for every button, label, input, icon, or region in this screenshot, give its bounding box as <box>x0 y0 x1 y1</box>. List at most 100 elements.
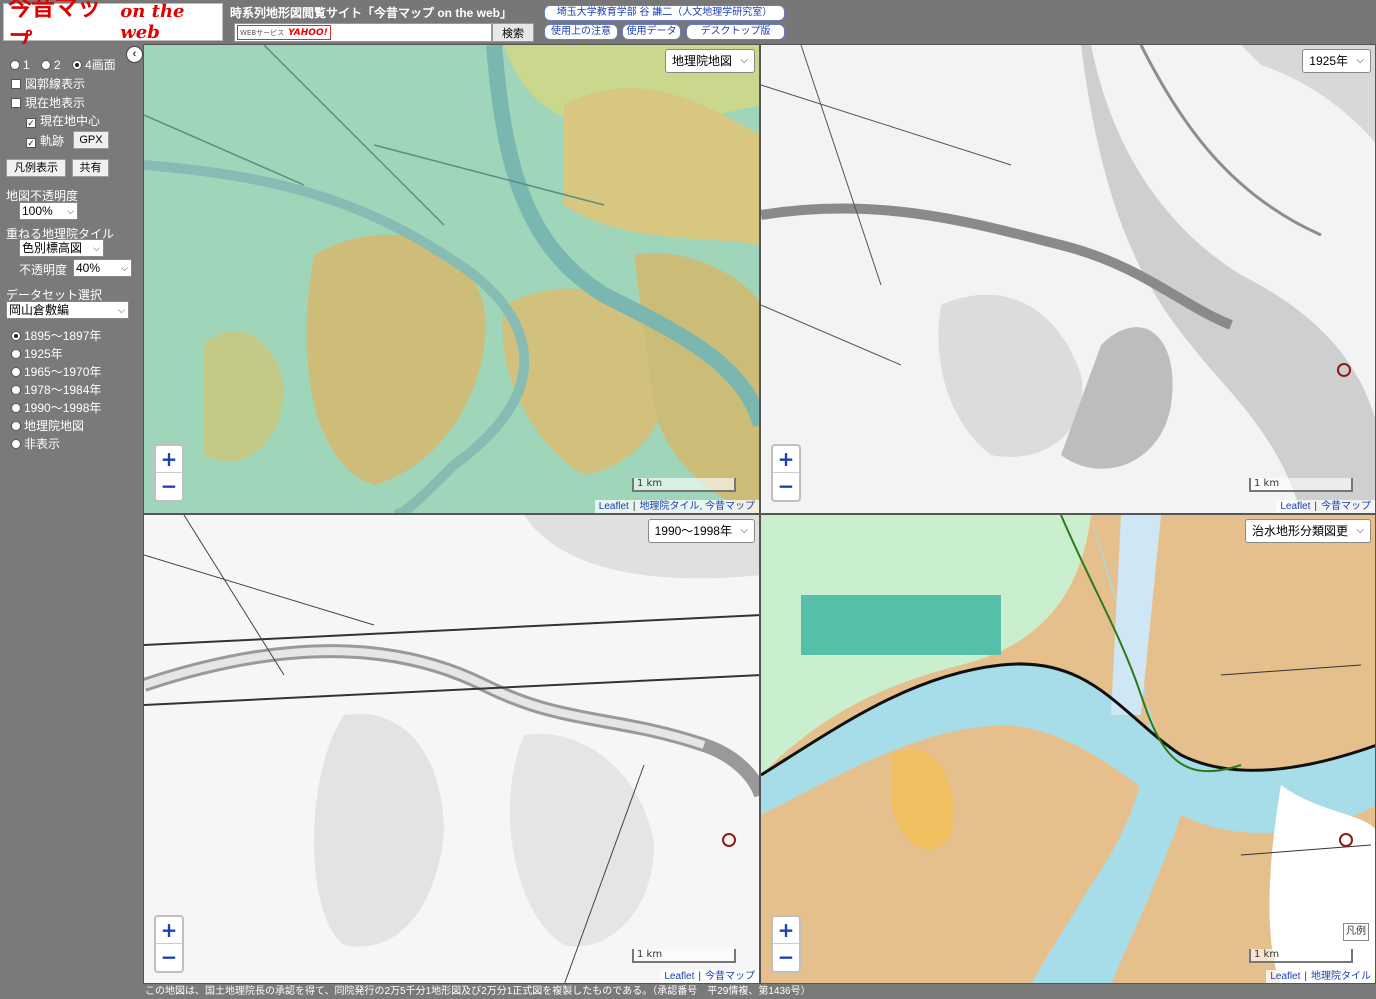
chevron-down-icon: ⌵ <box>740 55 748 66</box>
radio-icon <box>11 439 21 449</box>
zoom-control: + − <box>771 444 801 502</box>
search-box: WEBサービス YAHOO! <box>234 23 492 42</box>
grid-lines-checkbox[interactable]: 図郭線表示 <box>11 75 85 92</box>
zoom-control: + − <box>154 915 184 973</box>
center-current-checkbox[interactable]: ✓ 現在地中心 <box>26 112 100 129</box>
legend-display-button[interactable]: 凡例表示 <box>6 159 66 177</box>
chevron-down-icon: ⌵ <box>1356 55 1364 66</box>
badge-web-text: WEBサービス <box>238 27 287 38</box>
screen-option-4[interactable]: 4画面 <box>72 58 116 72</box>
leaflet-link[interactable]: Leaflet <box>599 501 629 512</box>
yahoo-web-service-badge[interactable]: WEBサービス YAHOO! <box>237 25 331 40</box>
era-option[interactable]: 地理院地図 <box>11 417 84 434</box>
era-option[interactable]: 1965～1970年 <box>11 363 101 380</box>
radio-icon <box>11 349 21 359</box>
chevron-down-icon: ⌵ <box>67 206 74 216</box>
zoom-out-button[interactable]: − <box>773 944 799 971</box>
leaflet-link[interactable]: Leaflet <box>664 971 694 982</box>
map-attribution: Leaflet | 今昔マップ <box>660 970 759 983</box>
checkmark-icon: ✓ <box>26 118 36 128</box>
konjaku-link[interactable]: 今昔マップ <box>1321 501 1371 512</box>
map-pane-top-right[interactable]: 1925年 ⌵ + − 1 km Leaflet | 今昔マップ <box>760 44 1376 514</box>
zoom-in-button[interactable]: + <box>156 917 182 944</box>
map-pane-bottom-left[interactable]: 1990～1998年 ⌵ + − 1 km Leaflet | 今昔マップ <box>143 514 760 984</box>
map-source-select[interactable]: 1990～1998年 ⌵ <box>647 519 755 543</box>
header: 今昔マップ on the web 時系列地形図閲覧サイト「今昔マップ on th… <box>0 0 1376 56</box>
scale-bar: 1 km <box>632 478 736 492</box>
radio-icon <box>10 60 20 70</box>
chevron-down-icon: ⌵ <box>740 525 748 536</box>
scale-bar: 1 km <box>632 949 736 963</box>
map-source-select[interactable]: 治水地形分類図更 ⌵ <box>1244 519 1371 543</box>
map-tiles <box>144 45 759 513</box>
search-input[interactable] <box>333 25 491 40</box>
gsi-tile-link[interactable]: 地理院タイル <box>1311 971 1371 982</box>
radio-selected-icon <box>11 331 21 341</box>
leaflet-link[interactable]: Leaflet <box>1280 501 1310 512</box>
search-button[interactable]: 検索 <box>492 23 534 42</box>
sidebar: ‹ 1 2 4画面 図郭線表示 現在地表示 ✓ 現在地中心 ✓ 軌跡 GPX 凡例表… <box>0 44 143 999</box>
badge-yahoo-text: YAHOO! <box>286 27 330 38</box>
era-option[interactable]: 1978～1984年 <box>11 381 101 398</box>
location-marker[interactable] <box>722 833 736 847</box>
track-checkbox[interactable]: ✓ 軌跡 <box>26 132 64 149</box>
chevron-down-icon: ⌵ <box>118 305 125 315</box>
desktop-version-button[interactable]: デスクトップ版 <box>686 24 785 40</box>
screen-option-2[interactable]: 2 <box>41 58 61 72</box>
chevron-down-icon: ⌵ <box>121 263 128 273</box>
chevron-down-icon: ⌵ <box>93 243 100 253</box>
dataset-select[interactable]: 岡山倉敷編 ⌵ <box>6 301 129 319</box>
chevron-down-icon: ⌵ <box>1356 525 1364 536</box>
map-source-select[interactable]: 1925年 ⌵ <box>1302 49 1371 73</box>
radio-icon <box>11 403 21 413</box>
copyright-note: この地図は、国土地理院長の承認を得て、同院発行の2万5千分1地形図及び2万分1正… <box>145 986 811 997</box>
collapse-sidebar-icon[interactable]: ‹ <box>126 46 143 63</box>
konjaku-link[interactable]: 今昔マップ <box>705 501 755 512</box>
screen-count-options: 1 2 4画面 <box>10 56 116 73</box>
site-logo[interactable]: 今昔マップ on the web <box>3 0 223 56</box>
era-option[interactable]: 1895～1897年 <box>11 327 101 344</box>
map-attribution: Leaflet | 地理院タイル, 今昔マップ <box>594 500 759 513</box>
data-used-button[interactable]: 使用データ <box>622 24 681 40</box>
era-option[interactable]: 非表示 <box>11 435 60 452</box>
map-tiles <box>761 515 1375 983</box>
checkbox-icon <box>11 98 21 108</box>
era-option[interactable]: 1925年 <box>11 345 63 362</box>
zoom-in-button[interactable]: + <box>156 446 182 473</box>
map-pane-bottom-right[interactable]: 治水地形分類図更 ⌵ 凡例 + − 1 km Leaflet | 地理院タイル <box>760 514 1376 984</box>
zoom-in-button[interactable]: + <box>773 917 799 944</box>
screen-option-1[interactable]: 1 <box>10 58 30 72</box>
current-location-checkbox[interactable]: 現在地表示 <box>11 94 85 111</box>
overlay-tile-select[interactable]: 色別標高図 ⌵ <box>19 239 104 257</box>
leaflet-link[interactable]: Leaflet <box>1270 971 1300 982</box>
map-tiles <box>144 515 759 983</box>
author-link-button[interactable]: 埼玉大学教育学部 谷 謙二（人文地理学研究室） <box>544 5 785 21</box>
zoom-out-button[interactable]: − <box>156 944 182 971</box>
radio-icon <box>41 60 52 70</box>
scale-bar: 1 km <box>1249 478 1353 492</box>
era-option[interactable]: 1990～1998年 <box>11 399 101 416</box>
location-marker[interactable] <box>1339 833 1353 847</box>
map-legend-button[interactable]: 凡例 <box>1343 923 1369 941</box>
map-opacity-select[interactable]: 100% ⌵ <box>19 202 78 220</box>
zoom-out-button[interactable]: − <box>773 473 799 500</box>
zoom-in-button[interactable]: + <box>773 446 799 473</box>
map-tiles <box>761 45 1375 513</box>
scale-bar: 1 km <box>1249 949 1353 963</box>
konjaku-link[interactable]: 今昔マップ <box>705 971 755 982</box>
gpx-button[interactable]: GPX <box>73 131 109 149</box>
share-button[interactable]: 共有 <box>72 159 109 177</box>
radio-icon <box>11 367 21 377</box>
logo-sub-text: on the web <box>120 1 185 43</box>
overlay-opacity-select[interactable]: 40% ⌵ <box>73 259 132 277</box>
location-marker[interactable] <box>1337 363 1351 377</box>
app-window: 今昔マップ on the web 時系列地形図閲覧サイト「今昔マップ on th… <box>0 0 1376 999</box>
usage-notes-button[interactable]: 使用上の注意 <box>544 24 618 40</box>
map-source-select[interactable]: 地理院地図 ⌵ <box>664 49 755 73</box>
zoom-out-button[interactable]: − <box>156 473 182 500</box>
checkmark-icon: ✓ <box>26 138 36 148</box>
map-pane-top-left[interactable]: 地理院地図 ⌵ + − 1 km Leaflet | 地理院タイル, 今昔マップ <box>143 44 760 514</box>
site-title: 時系列地形図閲覧サイト「今昔マップ on the web」 <box>230 6 513 20</box>
map-attribution: Leaflet | 今昔マップ <box>1276 500 1375 513</box>
gsi-tile-link[interactable]: 地理院タイル <box>639 501 699 512</box>
